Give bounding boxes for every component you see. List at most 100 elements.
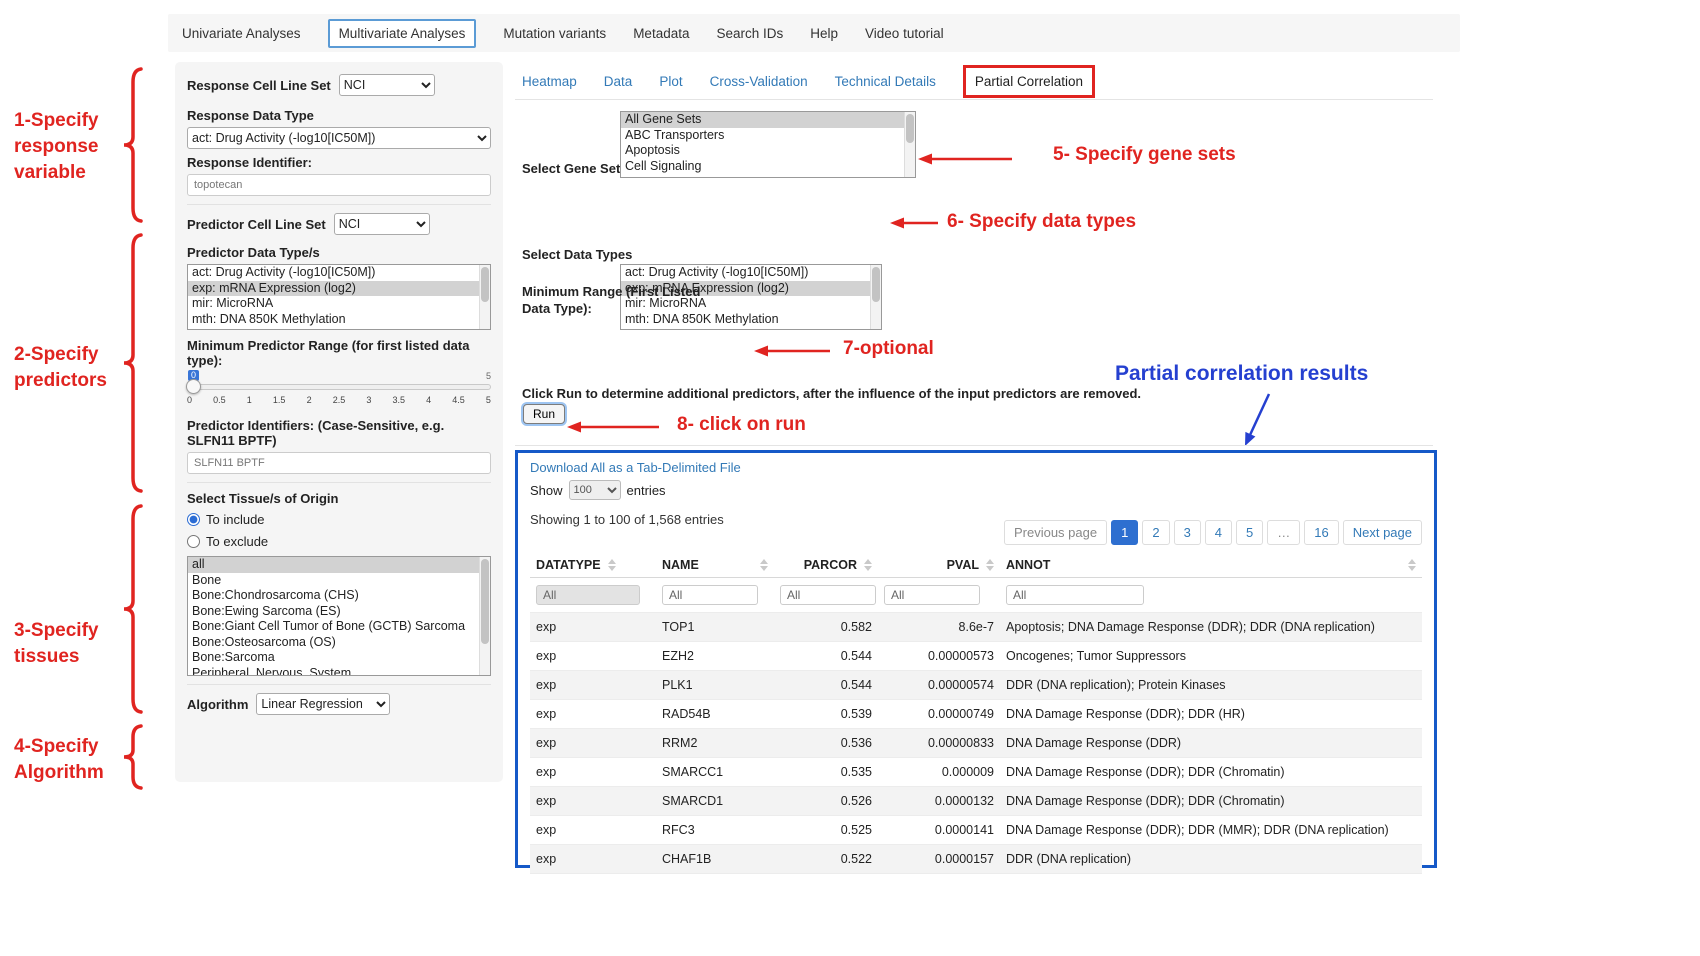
tissues-listbox[interactable]: allBoneBone:Chondrosarcoma (CHS)Bone:Ewi… bbox=[187, 556, 491, 676]
listbox-option[interactable]: Bone:Osteosarcoma (OS) bbox=[188, 635, 490, 651]
show-entries-select[interactable]: 100 bbox=[569, 480, 621, 500]
pagination-page[interactable]: 4 bbox=[1205, 520, 1232, 545]
min-predictor-range-slider[interactable]: 0 5 00.511.522.533.544.55 bbox=[187, 370, 491, 410]
nav-item[interactable]: Help bbox=[810, 26, 838, 41]
response-cell-line-set-select[interactable]: NCI bbox=[339, 74, 435, 96]
nav-item[interactable]: Metadata bbox=[633, 26, 689, 41]
download-link[interactable]: Download All as a Tab-Delimited File bbox=[530, 460, 741, 475]
pagination-page[interactable]: 16 bbox=[1304, 520, 1338, 545]
scrollbar-thumb[interactable] bbox=[872, 267, 880, 302]
listbox-option[interactable]: act: Drug Activity (-log10[IC50M]) bbox=[621, 265, 881, 281]
sort-icon[interactable] bbox=[986, 559, 994, 571]
nav-item[interactable]: Search IDs bbox=[716, 26, 783, 41]
listbox-option[interactable]: All Gene Sets bbox=[621, 112, 915, 128]
algorithm-select[interactable]: Linear Regression bbox=[256, 693, 390, 715]
response-identifier-input[interactable] bbox=[187, 174, 491, 196]
cell-name: RRM2 bbox=[656, 729, 774, 758]
pagination-page[interactable]: 3 bbox=[1174, 520, 1201, 545]
listbox-option[interactable]: Bone:Giant Cell Tumor of Bone (GCTB) Sar… bbox=[188, 619, 490, 635]
scrollbar-thumb[interactable] bbox=[906, 114, 914, 143]
cell-parcor: 0.582 bbox=[774, 613, 878, 642]
cell-pval: 0.00000749 bbox=[878, 700, 1000, 729]
run-button[interactable]: Run bbox=[523, 404, 565, 424]
entries-label: entries bbox=[627, 483, 666, 498]
listbox-option[interactable]: Peripheral_Nervous_System bbox=[188, 666, 490, 677]
pagination-page[interactable]: … bbox=[1267, 520, 1300, 545]
listbox-option[interactable]: act: Drug Activity (-log10[IC50M]) bbox=[188, 265, 490, 281]
predictor-identifiers-input[interactable] bbox=[187, 452, 491, 474]
listbox-option[interactable]: all bbox=[188, 557, 490, 573]
listbox-option[interactable]: ABC Transporters bbox=[621, 128, 915, 144]
pagination-page[interactable]: 2 bbox=[1142, 520, 1169, 545]
tab[interactable]: Partial Correlation bbox=[963, 65, 1095, 98]
listbox-option[interactable]: Apoptosis bbox=[621, 143, 915, 159]
nav-item[interactable]: Multivariate Analyses bbox=[328, 19, 477, 48]
listbox-option[interactable]: Bone:Chondrosarcoma (CHS) bbox=[188, 588, 490, 604]
sort-icon[interactable] bbox=[864, 559, 872, 571]
slider-track[interactable] bbox=[187, 384, 491, 390]
scrollbar[interactable] bbox=[479, 265, 490, 329]
listbox-option[interactable]: Bone bbox=[188, 573, 490, 589]
include-radio[interactable] bbox=[187, 513, 200, 526]
scrollbar[interactable] bbox=[479, 557, 490, 675]
column-header-name[interactable]: NAME bbox=[656, 553, 774, 578]
tissue-include-option[interactable]: To include bbox=[187, 510, 491, 528]
column-header-datatype[interactable]: DATATYPE bbox=[530, 553, 656, 578]
slider-tick: 1 bbox=[247, 395, 252, 405]
annotation-step4: 4-Specify Algorithm bbox=[14, 734, 104, 786]
column-header-pval[interactable]: PVAL bbox=[878, 553, 1000, 578]
filter-input-parcor[interactable] bbox=[780, 585, 876, 605]
slider-tick: 4.5 bbox=[452, 395, 465, 405]
listbox-option[interactable]: mth: DNA 850K Methylation bbox=[188, 312, 490, 328]
sort-icon[interactable] bbox=[760, 559, 768, 571]
tissue-exclude-option[interactable]: To exclude bbox=[187, 532, 491, 550]
scrollbar-thumb[interactable] bbox=[481, 267, 489, 302]
nav-item[interactable]: Video tutorial bbox=[865, 26, 944, 41]
filter-input-pval[interactable] bbox=[884, 585, 980, 605]
top-navbar: Univariate Analyses Multivariate Analyses… bbox=[168, 14, 1460, 52]
listbox-option[interactable]: exp: mRNA Expression (log2) bbox=[188, 281, 490, 297]
table-row: exp PLK1 0.544 0.00000574 DDR (DNA repli… bbox=[530, 671, 1422, 700]
tissues-label: Select Tissue/s of Origin bbox=[187, 491, 491, 506]
section-divider bbox=[187, 204, 491, 205]
tab[interactable]: Heatmap bbox=[522, 74, 577, 89]
listbox-option[interactable]: Bone:Sarcoma bbox=[188, 650, 490, 666]
nav-item[interactable]: Mutation variants bbox=[503, 26, 606, 41]
listbox-option[interactable]: Cell Signaling bbox=[621, 159, 915, 175]
scrollbar[interactable] bbox=[870, 265, 881, 329]
nav-item[interactable]: Univariate Analyses bbox=[182, 26, 301, 41]
pagination: Previous page 12345…16 Next page bbox=[1004, 520, 1422, 545]
filter-input-datatype[interactable] bbox=[536, 585, 640, 605]
tab[interactable]: Cross-Validation bbox=[710, 74, 808, 89]
scrollbar-thumb[interactable] bbox=[481, 559, 489, 644]
table-row: exp RAD54B 0.539 0.00000749 DNA Damage R… bbox=[530, 700, 1422, 729]
scrollbar[interactable] bbox=[904, 112, 915, 177]
tab[interactable]: Data bbox=[604, 74, 633, 89]
filter-input-annot[interactable] bbox=[1006, 585, 1144, 605]
exclude-radio[interactable] bbox=[187, 535, 200, 548]
cell-name: CHAF1B bbox=[656, 845, 774, 874]
cell-datatype: exp bbox=[530, 700, 656, 729]
listbox-option[interactable]: Bone:Ewing Sarcoma (ES) bbox=[188, 604, 490, 620]
column-header-parcor[interactable]: PARCOR bbox=[774, 553, 878, 578]
pagination-page[interactable]: 5 bbox=[1236, 520, 1263, 545]
pagination-previous[interactable]: Previous page bbox=[1004, 520, 1107, 545]
column-header-annot[interactable]: ANNOT bbox=[1000, 553, 1422, 578]
tab[interactable]: Plot bbox=[659, 74, 682, 89]
predictor-data-types-listbox[interactable]: act: Drug Activity (-log10[IC50M])exp: m… bbox=[187, 264, 491, 330]
sort-icon[interactable] bbox=[608, 559, 616, 571]
slider-handle[interactable] bbox=[186, 379, 201, 394]
predictor-cell-line-set-label: Predictor Cell Line Set bbox=[187, 217, 326, 232]
predictor-cell-line-set-select[interactable]: NCI bbox=[334, 213, 430, 235]
response-data-type-select[interactable]: act: Drug Activity (-log10[IC50M]) bbox=[187, 127, 491, 149]
sort-icon[interactable] bbox=[1408, 559, 1416, 571]
table-row: exp RRM2 0.536 0.00000833 DNA Damage Res… bbox=[530, 729, 1422, 758]
gene-sets-listbox[interactable]: All Gene SetsABC TransportersApoptosisCe… bbox=[620, 111, 916, 178]
listbox-option[interactable]: mir: MicroRNA bbox=[188, 296, 490, 312]
tab[interactable]: Technical Details bbox=[835, 74, 936, 89]
pagination-page[interactable]: 1 bbox=[1111, 520, 1138, 545]
filter-input-name[interactable] bbox=[662, 585, 758, 605]
cell-annot: DDR (DNA replication); Protein Kinases bbox=[1000, 671, 1422, 700]
pagination-next[interactable]: Next page bbox=[1343, 520, 1422, 545]
min-predictor-range-label: Minimum Predictor Range (for first liste… bbox=[187, 338, 491, 368]
